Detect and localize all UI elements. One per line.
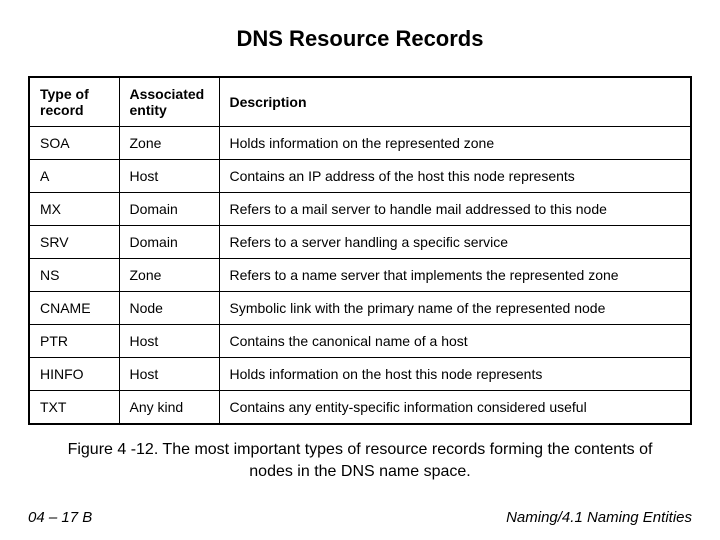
- page-title: DNS Resource Records: [28, 26, 692, 52]
- cell-description: Contains the canonical name of a host: [219, 325, 691, 358]
- cell-type: NS: [29, 259, 119, 292]
- header-type: Type of record: [29, 77, 119, 127]
- cell-entity: Domain: [119, 193, 219, 226]
- table-row: CNAME Node Symbolic link with the primar…: [29, 292, 691, 325]
- cell-description: Holds information on the host this node …: [219, 358, 691, 391]
- cell-entity: Host: [119, 358, 219, 391]
- cell-type: A: [29, 160, 119, 193]
- table-row: MX Domain Refers to a mail server to han…: [29, 193, 691, 226]
- cell-type: TXT: [29, 391, 119, 425]
- cell-type: SOA: [29, 127, 119, 160]
- cell-entity: Zone: [119, 259, 219, 292]
- cell-description: Contains any entity-specific information…: [219, 391, 691, 425]
- table-row: SOA Zone Holds information on the repres…: [29, 127, 691, 160]
- table-row: TXT Any kind Contains any entity-specifi…: [29, 391, 691, 425]
- table-row: A Host Contains an IP address of the hos…: [29, 160, 691, 193]
- slide: DNS Resource Records Type of record Asso…: [0, 0, 720, 540]
- cell-description: Refers to a server handling a specific s…: [219, 226, 691, 259]
- table-row: NS Zone Refers to a name server that imp…: [29, 259, 691, 292]
- cell-type: CNAME: [29, 292, 119, 325]
- cell-description: Symbolic link with the primary name of t…: [219, 292, 691, 325]
- table-row: SRV Domain Refers to a server handling a…: [29, 226, 691, 259]
- footer-right: Naming/4.1 Naming Entities: [506, 509, 692, 526]
- cell-entity: Zone: [119, 127, 219, 160]
- cell-entity: Host: [119, 325, 219, 358]
- cell-type: PTR: [29, 325, 119, 358]
- table-header-row: Type of record Associated entity Descrip…: [29, 77, 691, 127]
- cell-entity: Any kind: [119, 391, 219, 425]
- cell-type: HINFO: [29, 358, 119, 391]
- header-entity: Associated entity: [119, 77, 219, 127]
- cell-type: SRV: [29, 226, 119, 259]
- cell-entity: Host: [119, 160, 219, 193]
- cell-entity: Node: [119, 292, 219, 325]
- table-row: PTR Host Contains the canonical name of …: [29, 325, 691, 358]
- cell-type: MX: [29, 193, 119, 226]
- cell-entity: Domain: [119, 226, 219, 259]
- header-description: Description: [219, 77, 691, 127]
- cell-description: Refers to a name server that implements …: [219, 259, 691, 292]
- records-table: Type of record Associated entity Descrip…: [28, 76, 692, 425]
- table-row: HINFO Host Holds information on the host…: [29, 358, 691, 391]
- cell-description: Refers to a mail server to handle mail a…: [219, 193, 691, 226]
- footer: 04 – 17 B Naming/4.1 Naming Entities: [28, 509, 692, 526]
- figure-caption: Figure 4 -12. The most important types o…: [28, 439, 692, 482]
- cell-description: Holds information on the represented zon…: [219, 127, 691, 160]
- footer-left: 04 – 17 B: [28, 509, 92, 526]
- cell-description: Contains an IP address of the host this …: [219, 160, 691, 193]
